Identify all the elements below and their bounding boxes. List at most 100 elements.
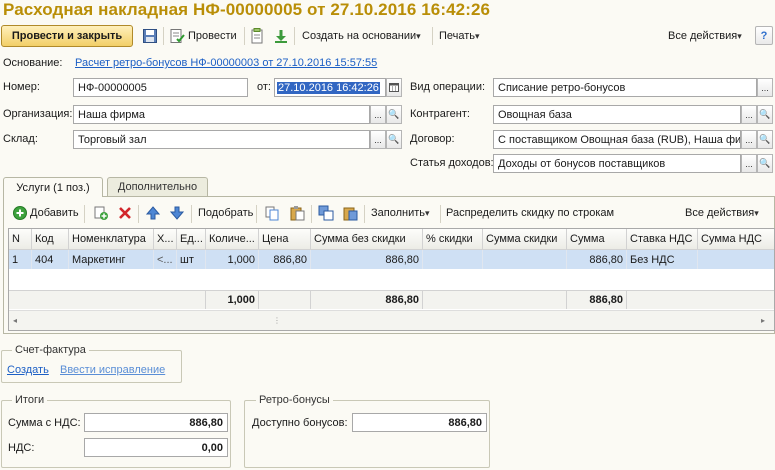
delete-row-button[interactable] <box>117 203 133 223</box>
column-header[interactable]: Сумма без скидки <box>311 229 423 250</box>
contract-field[interactable]: С поставщиком Овощная база (RUB), Наша ф… <box>493 130 741 149</box>
cell-price[interactable]: 886,80 <box>259 250 311 269</box>
invoice-group-title: Счет-фактура <box>12 344 89 356</box>
counterparty-select-button[interactable]: ... <box>741 105 757 124</box>
cell-qty[interactable]: 1,000 <box>206 250 259 269</box>
save-button[interactable] <box>142 26 158 46</box>
column-header[interactable]: Х... <box>154 229 177 250</box>
cell-unit[interactable]: шт <box>177 250 206 269</box>
income-field[interactable]: Доходы от бонусов поставщиков <box>493 154 741 173</box>
help-button[interactable]: ? <box>755 26 773 45</box>
tab-additional[interactable]: Дополнительно <box>107 177 208 196</box>
copy-rows-button[interactable] <box>318 203 334 223</box>
total-sum-no-discount: 886,80 <box>311 290 423 309</box>
footer-cell <box>9 290 206 309</box>
invoice-correction-link[interactable]: Ввести исправление <box>60 364 165 376</box>
scroll-left-icon[interactable]: ◂ <box>13 316 17 325</box>
contract-select-button[interactable]: ... <box>741 130 757 149</box>
all-actions-menu[interactable]: Все действия <box>668 26 742 46</box>
available-bonus-field: 886,80 <box>352 413 487 432</box>
toolbar-separator <box>432 27 433 45</box>
report-button[interactable] <box>249 26 265 46</box>
magnifier-icon: 🔍 <box>388 134 400 144</box>
org-field[interactable]: Наша фирма <box>73 105 370 124</box>
footer-cell <box>259 290 311 309</box>
invoice-create-link[interactable]: Создать <box>7 364 49 376</box>
cell-vat-sum[interactable] <box>698 250 774 269</box>
tab-services[interactable]: Услуги (1 поз.) <box>3 177 103 197</box>
calendar-button[interactable] <box>386 78 402 97</box>
column-header[interactable]: Сумма НДС <box>698 229 774 250</box>
column-header[interactable]: Ед... <box>177 229 206 250</box>
toolbar-separator <box>256 205 257 223</box>
cell-item[interactable]: Маркетинг <box>69 250 154 269</box>
create-based-on-menu[interactable]: Создать на основании <box>302 26 421 46</box>
copy-button[interactable] <box>264 203 280 223</box>
toolbar-separator <box>163 27 164 45</box>
move-down-button[interactable] <box>169 203 185 223</box>
column-header[interactable]: Количе... <box>206 229 259 250</box>
cell-n[interactable]: 1 <box>9 250 32 269</box>
post-button-label: Провести <box>188 30 237 42</box>
sum-with-vat-field: 886,80 <box>84 413 228 432</box>
column-header[interactable]: Ставка НДС <box>627 229 698 250</box>
footer-cell <box>423 290 567 309</box>
column-header[interactable]: Сумма скидки <box>483 229 567 250</box>
arrow-up-icon <box>145 205 161 221</box>
warehouse-field[interactable]: Торговый зал <box>73 130 370 149</box>
distribute-discount-button[interactable]: Распределить скидку по строкам <box>446 203 614 223</box>
cell-discount-sum[interactable] <box>483 250 567 269</box>
income-select-button[interactable]: ... <box>741 154 757 173</box>
cell-vat-rate[interactable]: Без НДС <box>627 250 698 269</box>
pick-button[interactable]: Подобрать <box>198 203 253 223</box>
cell-sum-no-discount[interactable]: 886,80 <box>311 250 423 269</box>
basis-link[interactable]: Расчет ретро-бонусов НФ-00000003 от 27.1… <box>75 57 377 69</box>
column-header[interactable]: Код <box>32 229 69 250</box>
warehouse-open-button[interactable]: 🔍 <box>386 130 402 149</box>
move-up-button[interactable] <box>145 203 161 223</box>
fill-menu[interactable]: Заполнить <box>371 203 430 223</box>
income-open-button[interactable]: 🔍 <box>757 154 773 173</box>
optype-select-button[interactable]: ... <box>757 78 773 97</box>
warehouse-select-button[interactable]: ... <box>370 130 386 149</box>
date-field[interactable]: 27.10.2016 16:42:26 <box>274 78 386 97</box>
counterparty-label: Контрагент: <box>410 108 470 120</box>
cell-code[interactable]: 404 <box>32 250 69 269</box>
number-field[interactable]: НФ-00000005 <box>73 78 248 97</box>
contract-label: Договор: <box>410 133 455 145</box>
cell-sum[interactable]: 886,80 <box>567 250 627 269</box>
delete-icon <box>117 205 133 221</box>
column-header[interactable]: Цена <box>259 229 311 250</box>
horizontal-scrollbar[interactable]: ◂ ⋮ ▸ <box>9 310 774 330</box>
contract-open-button[interactable]: 🔍 <box>757 130 773 149</box>
scroll-thumb-grip[interactable]: ⋮ <box>273 316 281 325</box>
org-select-button[interactable]: ... <box>370 105 386 124</box>
add-row-label: Добавить <box>30 207 79 219</box>
add-row-button[interactable]: Добавить <box>12 203 79 223</box>
cell-discount-pct[interactable] <box>423 250 483 269</box>
scroll-right-icon[interactable]: ▸ <box>761 316 765 325</box>
post-button[interactable]: Провести <box>169 26 237 46</box>
print-menu[interactable]: Печать <box>439 26 480 46</box>
retro-bonus-group-title: Ретро-бонусы <box>256 394 333 406</box>
column-header[interactable]: N <box>9 229 32 250</box>
counterparty-open-button[interactable]: 🔍 <box>757 105 773 124</box>
org-open-button[interactable]: 🔍 <box>386 105 402 124</box>
ellipsis-icon: ... <box>374 109 382 120</box>
column-header[interactable]: % скидки <box>423 229 483 250</box>
services-table[interactable]: N Код Номенклатура Х... Ед... Количе... … <box>8 228 775 331</box>
cell-characteristic[interactable]: <... <box>154 250 177 269</box>
paste-button[interactable] <box>289 203 305 223</box>
paste-rows-button[interactable] <box>342 203 358 223</box>
column-header[interactable]: Сумма <box>567 229 627 250</box>
column-header[interactable]: Номенклатура <box>69 229 154 250</box>
total-sum: 886,80 <box>567 290 627 309</box>
counterparty-field[interactable]: Овощная база <box>493 105 741 124</box>
vat-label: НДС: <box>8 442 35 454</box>
optype-field[interactable]: Списание ретро-бонусов <box>493 78 757 97</box>
post-and-close-button[interactable]: Провести и закрыть <box>1 25 133 47</box>
copy-add-icon <box>93 205 109 221</box>
download-button[interactable] <box>273 26 289 46</box>
table-all-actions-menu[interactable]: Все действия <box>685 203 759 223</box>
copy-row-button[interactable] <box>93 203 109 223</box>
